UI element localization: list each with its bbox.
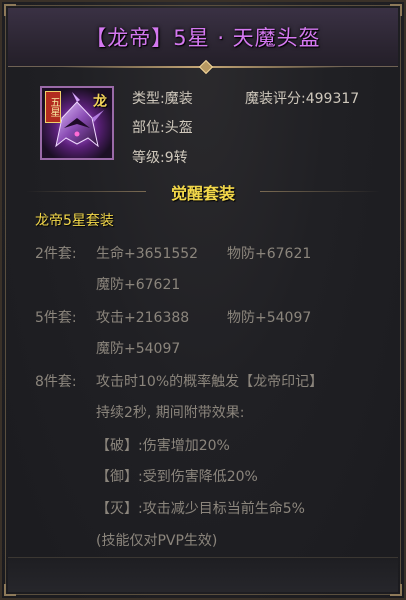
- slot-value: 头盔: [164, 120, 193, 136]
- two-piece-stat-2: 物防+67621: [227, 246, 312, 262]
- section-title: 觉醒套装: [170, 184, 235, 203]
- type-row: 类型:魔装: [132, 88, 193, 108]
- title-bar: 【龙帝】5星 · 天魔头盔: [8, 8, 398, 67]
- slot-label: 部位:: [132, 120, 165, 136]
- eight-piece-line-2: 持续2秒, 期间附带效果:: [96, 405, 245, 421]
- item-title: 【龙帝】5星 · 天魔头盔: [85, 26, 321, 50]
- corner-ornament-bottom-right: [390, 584, 402, 596]
- two-piece-stat-1: 生命+3651552: [96, 246, 199, 262]
- score-label: 魔装评分:: [245, 91, 306, 107]
- two-piece-stat-3: 魔防+67621: [96, 277, 181, 293]
- item-icon-slot[interactable]: 五星 龙: [40, 86, 114, 160]
- eight-piece-line-1: 攻击时10%的概率触发【龙帝印记】: [96, 374, 324, 390]
- five-piece-stat-1: 攻击+216388: [96, 310, 190, 326]
- level-value: 9转: [164, 150, 188, 166]
- two-piece-label: 2件套:: [35, 246, 77, 262]
- corner-ornament-top-left: [4, 4, 16, 16]
- five-piece-stat-3: 魔防+54097: [96, 341, 181, 357]
- type-label: 类型:: [132, 91, 165, 107]
- five-piece-label: 5件套:: [35, 310, 77, 326]
- level-row: 等级:9转: [132, 147, 188, 167]
- level-label: 等级:: [132, 150, 165, 166]
- eight-piece-line-3: 【破】:伤害增加20%: [96, 438, 230, 454]
- eight-piece-line-6: (技能仅对PVP生效): [96, 533, 218, 549]
- eight-piece-line-5: 【灭】:攻击减少目标当前生命5%: [96, 501, 305, 517]
- type-value: 魔装: [164, 91, 193, 107]
- five-piece-stat-2: 物防+54097: [227, 310, 312, 326]
- score-value: 499317: [305, 91, 360, 107]
- eight-piece-label: 8件套:: [35, 374, 77, 390]
- corner-ornament-bottom-left: [4, 584, 16, 596]
- score-row: 魔装评分:499317: [245, 88, 359, 108]
- bottom-strip: [8, 557, 398, 592]
- set-name: 龙帝5星套装: [35, 213, 114, 229]
- dragon-mark-icon: 龙: [93, 94, 107, 110]
- star-rank-badge: 五星: [45, 91, 61, 123]
- slot-row: 部位:头盔: [132, 117, 193, 137]
- eight-piece-line-4: 【御】:受到伤害降低20%: [96, 469, 258, 485]
- item-tooltip-panel: 【龙帝】5星 · 天魔头盔 五星 龙 类型:魔装 魔装评分:499317 部位:…: [0, 0, 406, 600]
- awaken-section-header: 觉醒套装: [26, 177, 380, 205]
- corner-ornament-top-right: [390, 4, 402, 16]
